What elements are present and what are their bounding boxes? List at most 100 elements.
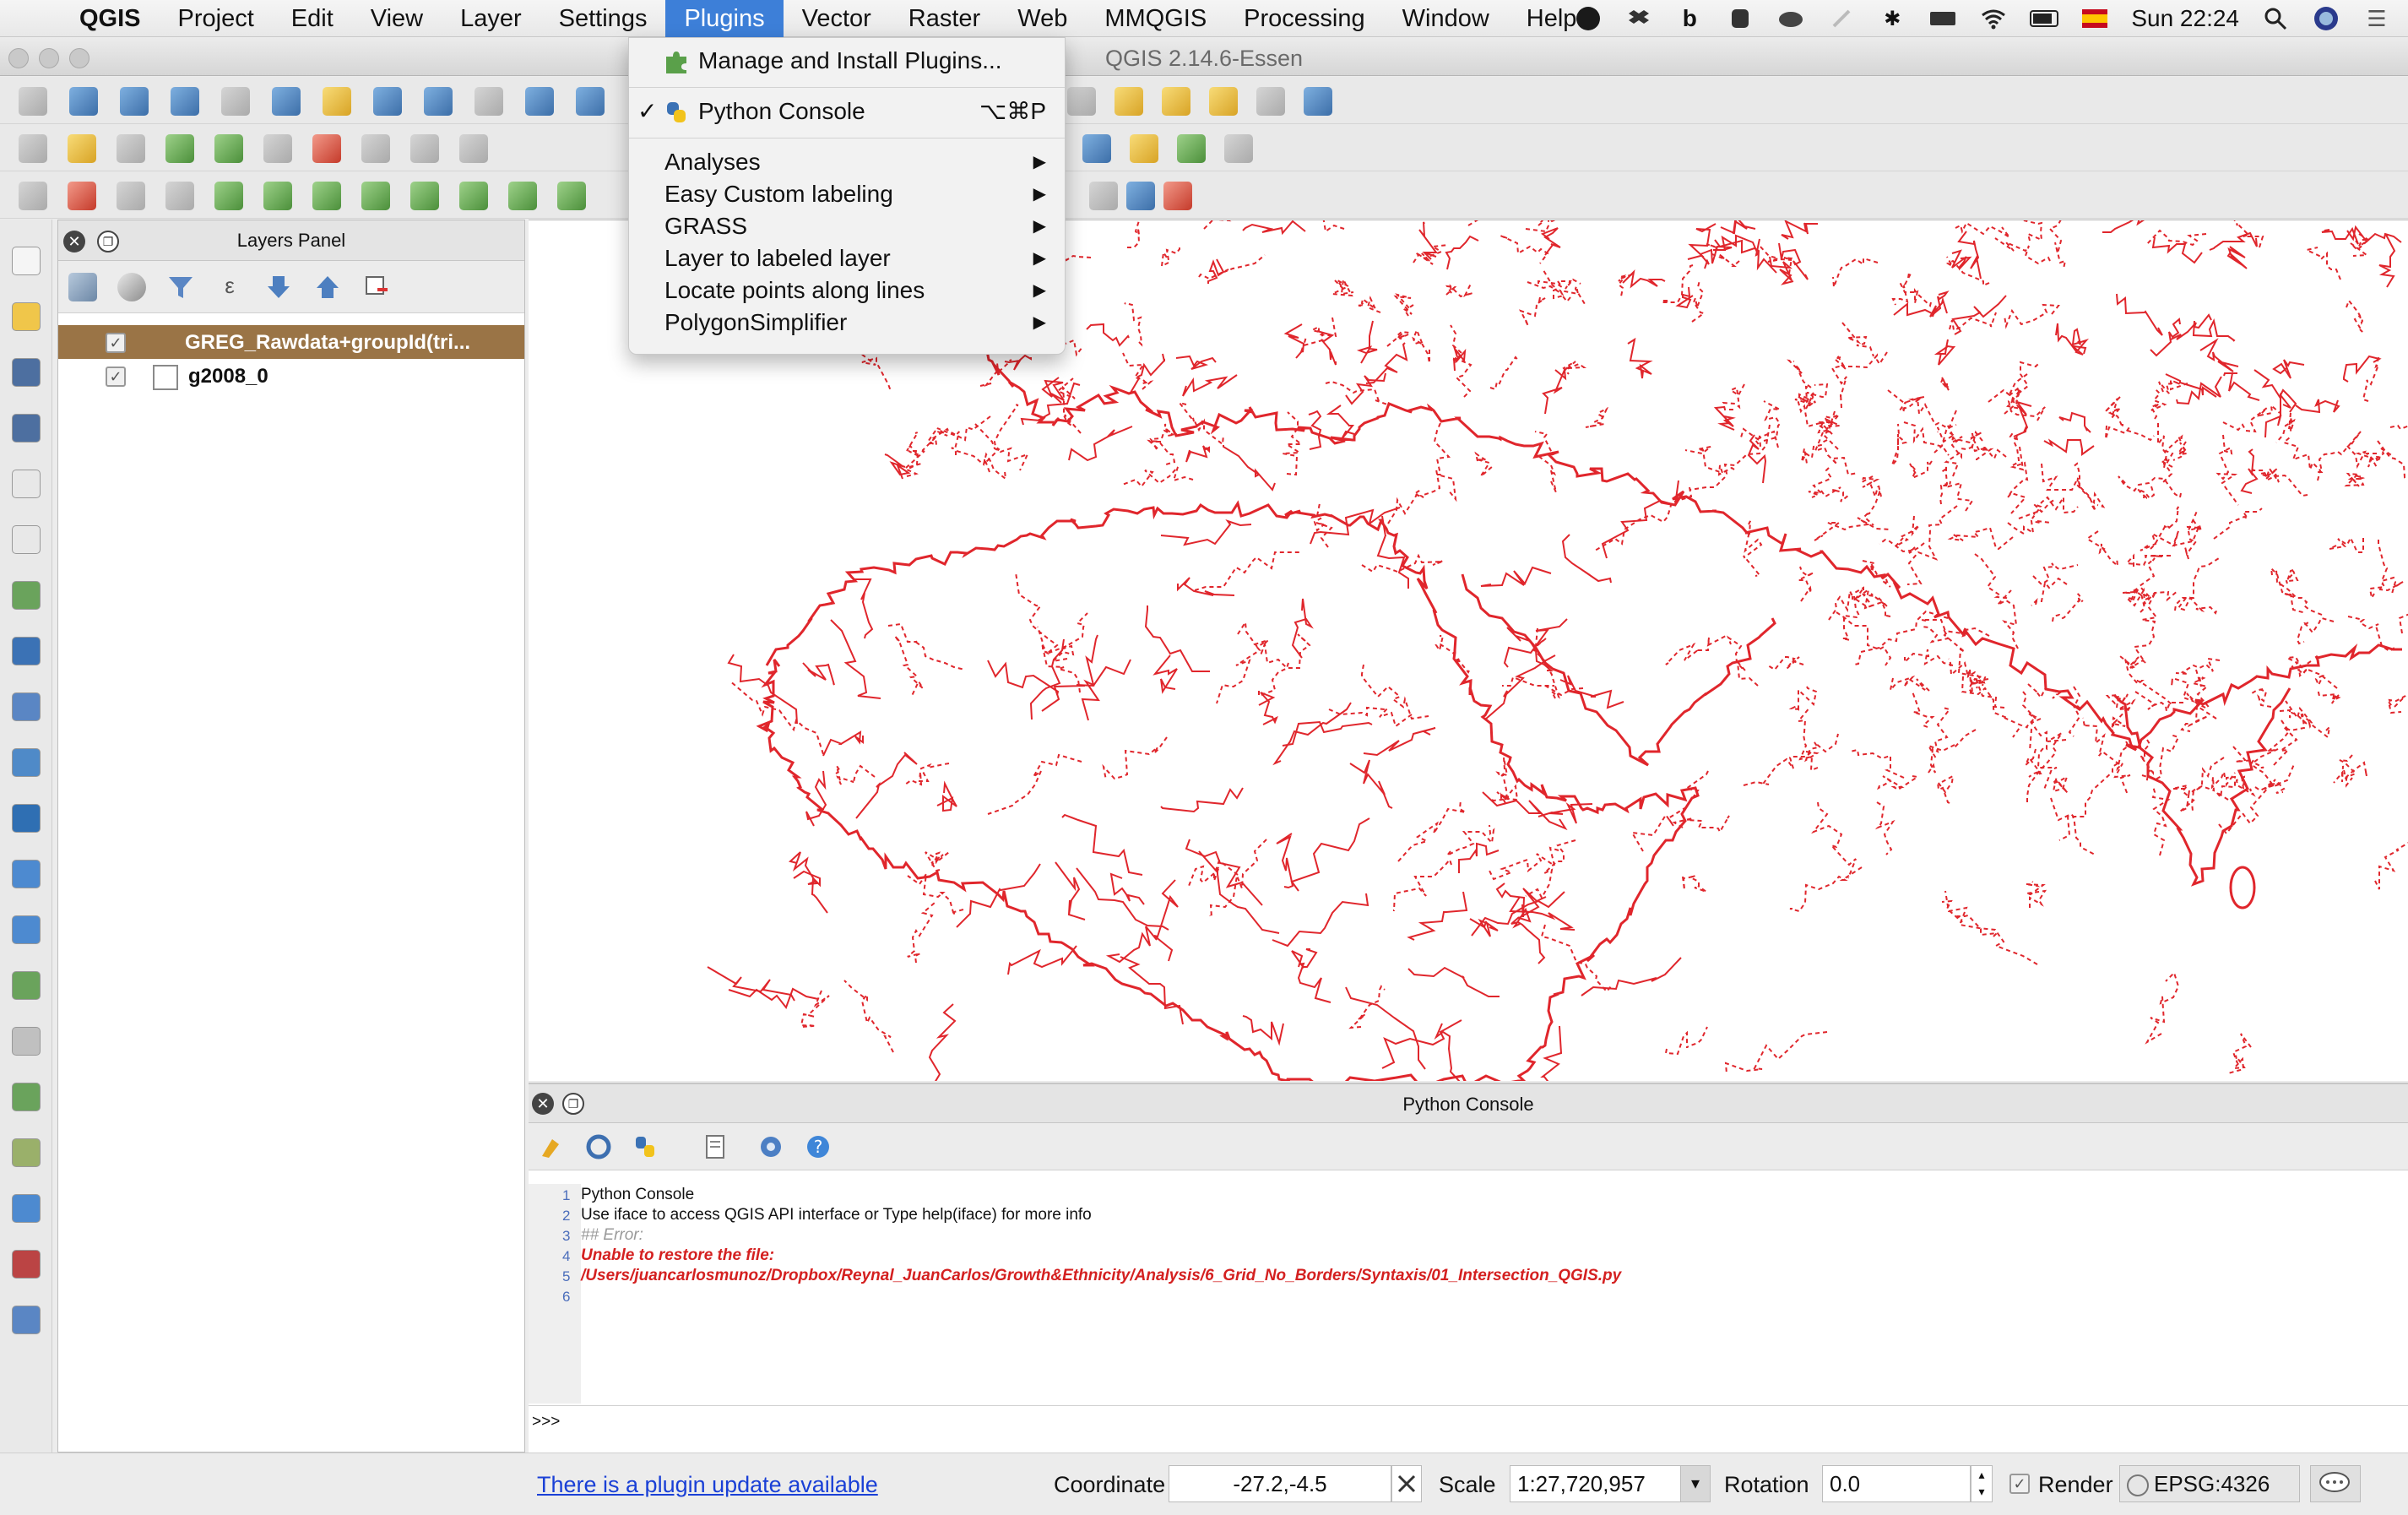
open-project-icon[interactable]: [12, 302, 41, 331]
menu-layer[interactable]: Layer: [442, 0, 540, 37]
layer-name[interactable]: g2008_0: [188, 365, 518, 388]
zoom-full-icon[interactable]: [221, 87, 250, 116]
collapse-all-icon[interactable]: [313, 273, 342, 301]
add-wfs-layer-icon[interactable]: [12, 971, 41, 1000]
battery-icon[interactable]: [2030, 4, 2059, 33]
undo-icon[interactable]: [68, 182, 96, 210]
annotation-icon[interactable]: [1115, 87, 1143, 116]
measure-icon[interactable]: [1067, 87, 1096, 116]
zoom-native-icon[interactable]: [373, 87, 402, 116]
select-icon[interactable]: [1209, 87, 1238, 116]
menu-vector[interactable]: Vector: [784, 0, 890, 37]
composer-manager-icon[interactable]: [12, 525, 41, 554]
menu-item-locate-points-along-lines[interactable]: Locate points along lines ▶: [629, 274, 1065, 307]
toggle-editing-icon[interactable]: [68, 134, 96, 163]
gps-icon[interactable]: [1082, 134, 1111, 163]
pan-to-selection-icon[interactable]: [69, 87, 98, 116]
clear-console-icon[interactable]: [537, 1132, 566, 1161]
bluetooth-icon[interactable]: ✱: [1878, 4, 1906, 33]
new-project-icon[interactable]: [12, 247, 41, 275]
menu-plugins[interactable]: Plugins: [665, 0, 784, 37]
spotlight-search-icon[interactable]: [2261, 4, 2290, 33]
messages-icon[interactable]: [2310, 1465, 2361, 1502]
pen-icon[interactable]: [1827, 4, 1856, 33]
new-spatialite-layer-icon[interactable]: [12, 1306, 41, 1334]
save-edits-icon[interactable]: [117, 134, 145, 163]
add-wcs-layer-icon[interactable]: [12, 915, 41, 944]
add-feature-icon[interactable]: [165, 134, 194, 163]
scale-field[interactable]: 1:27,720,957: [1510, 1465, 1682, 1502]
render-checkbox[interactable]: ✓: [2009, 1474, 2030, 1494]
layer-item[interactable]: ✓ GREG_Rawdata+groupId(tri...: [58, 325, 524, 359]
help-icon[interactable]: ?: [804, 1132, 832, 1161]
delete-ring-icon[interactable]: [410, 182, 439, 210]
delete-part-icon[interactable]: [459, 182, 488, 210]
menu-item-layer-to-labeled-layer[interactable]: Layer to labeled layer ▶: [629, 242, 1065, 274]
menu-item-manage-plugins[interactable]: Manage and Install Plugins...: [629, 45, 1065, 77]
filter-legend-icon[interactable]: [166, 273, 195, 301]
siri-icon[interactable]: [2312, 4, 2340, 33]
arc-tool-icon[interactable]: [1163, 182, 1192, 210]
menu-edit[interactable]: Edit: [273, 0, 352, 37]
rotation-stepper[interactable]: ▴ ▾: [1971, 1465, 1993, 1502]
menu-view[interactable]: View: [352, 0, 442, 37]
evernote-icon[interactable]: [1726, 4, 1754, 33]
y-tool-icon[interactable]: [1126, 182, 1155, 210]
spanish-flag-icon[interactable]: [2080, 4, 2109, 33]
menu-project[interactable]: Project: [160, 0, 273, 37]
redo-icon[interactable]: [117, 182, 145, 210]
add-wms-layer-icon[interactable]: [12, 860, 41, 888]
menu-item-polygon-simplifier[interactable]: PolygonSimplifier ▶: [629, 307, 1065, 339]
help-context-icon[interactable]: [1304, 87, 1332, 116]
add-spatialite-layer-icon[interactable]: [12, 748, 41, 777]
menu-item-python-console[interactable]: ✓ Python Console ⌥⌘P: [629, 95, 1065, 128]
rotation-field[interactable]: 0.0: [1822, 1465, 1971, 1502]
zoom-layer-icon[interactable]: [272, 87, 301, 116]
remove-layer-icon[interactable]: [362, 273, 391, 301]
zoom-last-icon[interactable]: [424, 87, 453, 116]
dropbox-icon[interactable]: [1624, 4, 1653, 33]
python-console-icon[interactable]: [1130, 134, 1158, 163]
menu-item-grass[interactable]: GRASS ▶: [629, 210, 1065, 242]
cut-features-icon[interactable]: [361, 134, 390, 163]
cloud-app-icon[interactable]: [1776, 4, 1805, 33]
add-gpx-layer-icon[interactable]: [12, 1194, 41, 1223]
layer-item[interactable]: ✓ g2008_0: [58, 359, 524, 393]
save-project-icon[interactable]: [12, 358, 41, 387]
label-tool-icon[interactable]: [1089, 182, 1118, 210]
layer-name[interactable]: GREG_Rawdata+groupId(tri...: [185, 331, 514, 355]
notification-center-icon[interactable]: ☰: [2362, 4, 2391, 33]
menu-item-analyses[interactable]: Analyses ▶: [629, 146, 1065, 178]
move-feature-icon[interactable]: [214, 134, 243, 163]
zoom-next-icon[interactable]: [475, 87, 503, 116]
reshape-icon[interactable]: [508, 182, 537, 210]
menu-app-qgis[interactable]: QGIS: [61, 0, 160, 37]
layer-visibility-checkbox[interactable]: ✓: [106, 367, 126, 387]
offset-curve-icon[interactable]: [557, 182, 586, 210]
add-delimited-text-layer-icon[interactable]: [12, 1027, 41, 1056]
node-tool-icon[interactable]: [263, 134, 292, 163]
refresh-icon[interactable]: [525, 87, 554, 116]
menu-window[interactable]: Window: [1384, 0, 1508, 37]
text-annotation-icon[interactable]: [1162, 87, 1190, 116]
new-print-composer-icon[interactable]: [12, 470, 41, 498]
wifi-icon[interactable]: [1979, 4, 2008, 33]
add-part-icon[interactable]: [312, 182, 341, 210]
add-ring-icon[interactable]: [263, 182, 292, 210]
vector-tool-icon[interactable]: [1224, 134, 1253, 163]
b-app-icon[interactable]: b: [1675, 4, 1704, 33]
python-console-input[interactable]: >>>: [529, 1405, 2408, 1439]
zoom-out-icon[interactable]: [171, 87, 199, 116]
add-group-icon[interactable]: [68, 273, 97, 301]
import-class-icon[interactable]: [584, 1132, 613, 1161]
menu-web[interactable]: Web: [999, 0, 1086, 37]
scale-dropdown-chevron-icon[interactable]: ▾: [1680, 1465, 1711, 1502]
grass-tools-icon[interactable]: [1177, 134, 1206, 163]
menu-settings[interactable]: Settings: [540, 0, 666, 37]
python-console-output[interactable]: 1 Python Console 2 Use iface to access Q…: [529, 1184, 2408, 1404]
settings-gear-icon[interactable]: [757, 1132, 785, 1161]
new-shapefile-icon[interactable]: [12, 1138, 41, 1167]
add-oracle-layer-icon[interactable]: [12, 1250, 41, 1279]
add-mssql-layer-icon[interactable]: [12, 804, 41, 833]
rotate-feature-icon[interactable]: [165, 182, 194, 210]
